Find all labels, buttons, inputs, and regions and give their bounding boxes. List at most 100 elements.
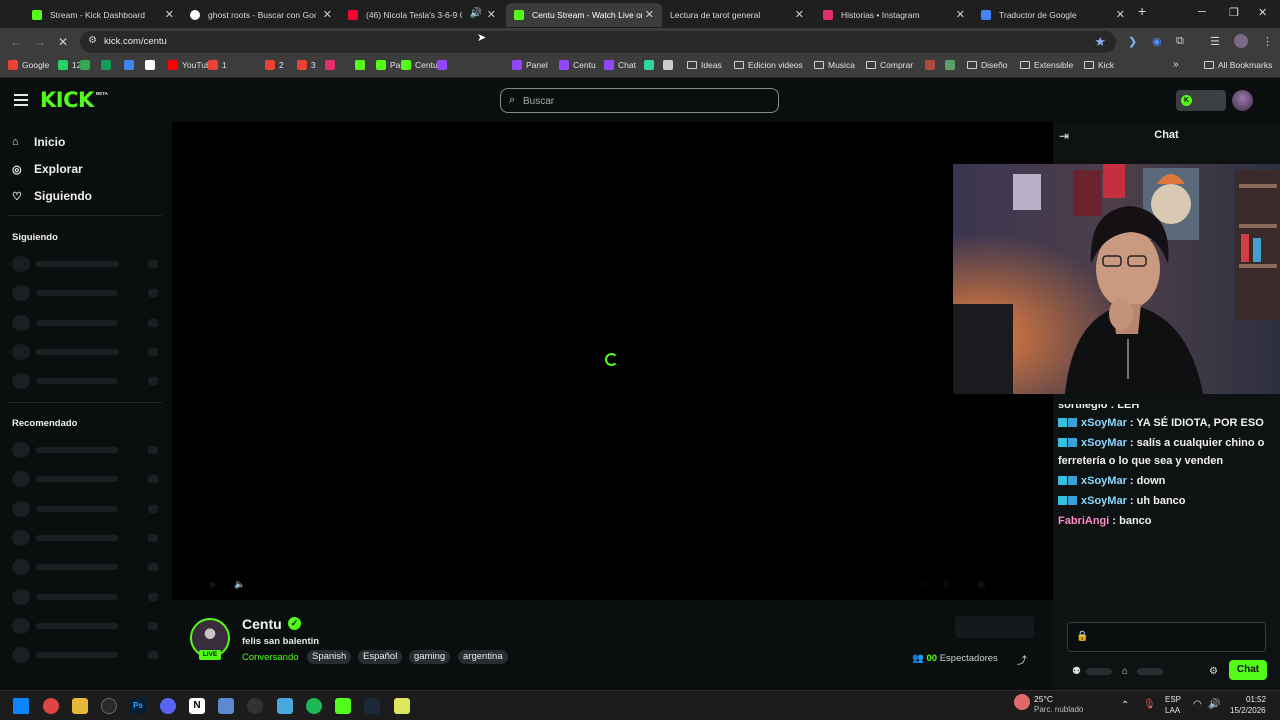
pip-icon[interactable]: ▣ <box>977 579 986 590</box>
bookmark-item[interactable]: Centu <box>401 60 438 70</box>
tag-gaming[interactable]: gaming <box>409 650 451 664</box>
notepad-icon[interactable] <box>394 698 410 714</box>
bookmark-item[interactable] <box>124 60 138 70</box>
tag-espanol[interactable]: Español <box>358 650 403 664</box>
chat-input[interactable]: 🔒 <box>1067 622 1266 652</box>
tab-google-translate[interactable]: Traductor de Google ✕ <box>973 3 1133 27</box>
bookmark-item[interactable]: 2 <box>265 60 284 70</box>
tab-centu-stream[interactable]: Centu Stream - Watch Live on K ✕ <box>506 3 662 27</box>
sidebar-item-home[interactable]: ⌂ Inicio <box>12 135 65 149</box>
bookmark-item[interactable] <box>80 60 94 70</box>
share-icon[interactable]: ⤴ <box>1017 652 1027 667</box>
chrome-icon[interactable] <box>43 698 59 714</box>
tag-spanish[interactable]: Spanish <box>307 650 352 664</box>
theater-mode-icon[interactable]: ▭ <box>917 579 926 590</box>
bookmark-item[interactable]: Google <box>8 60 49 70</box>
bookmark-item[interactable]: Centu <box>559 60 596 70</box>
close-tab-icon[interactable]: ✕ <box>956 8 965 21</box>
microphone-icon[interactable]: 🎙 <box>1143 699 1156 710</box>
stop-loading-icon[interactable]: ✕ <box>58 35 68 49</box>
notion-icon[interactable]: N <box>189 698 205 714</box>
kick-extension-toggle[interactable]: K <box>1176 90 1226 111</box>
tab-kick-dashboard[interactable]: Stream - Kick Dashboard ✕ <box>24 3 182 27</box>
extensions-puzzle-icon[interactable]: ⧉ <box>1176 35 1184 48</box>
calculator-icon[interactable] <box>218 698 234 714</box>
wifi-icon[interactable]: ◠ <box>1193 699 1202 710</box>
chat-username[interactable]: xSoyMar <box>1081 475 1127 487</box>
clock-date[interactable]: 15/2/2026 <box>1230 706 1266 715</box>
back-icon[interactable]: ← <box>10 35 22 49</box>
chat-username[interactable]: xSoyMar <box>1081 417 1127 429</box>
tab-youtube-tesla[interactable]: (46) Nicola Tesla's 3-6-9 Co 🔊 ✕ <box>340 3 504 27</box>
new-tab-button[interactable]: + <box>1138 3 1146 19</box>
steam-icon[interactable] <box>364 698 380 714</box>
weather-desc[interactable]: Parc. nublado <box>1034 705 1083 714</box>
hamburger-menu-icon[interactable] <box>14 94 28 106</box>
bookmark-item[interactable]: Edicion videos <box>734 60 803 70</box>
chat-settings-icon[interactable]: ⚙ <box>1209 666 1218 677</box>
tab-google-search[interactable]: ghost roots - Buscar con Google ✕ <box>182 3 340 27</box>
spotify-icon[interactable] <box>306 698 322 714</box>
url-text[interactable]: kick.com/centu <box>104 36 167 47</box>
close-window-icon[interactable]: ✕ <box>1258 6 1267 19</box>
all-bookmarks-button[interactable]: All Bookmarks <box>1204 60 1272 70</box>
bookmark-item[interactable]: Extensible <box>1020 60 1073 70</box>
volume-icon[interactable]: 🔈 <box>234 579 245 590</box>
bookmark-item[interactable]: 3 <box>297 60 316 70</box>
extension-icon[interactable]: ◉ <box>1152 35 1162 48</box>
bookmark-item[interactable]: Panel <box>512 60 548 70</box>
close-tab-icon[interactable]: ✕ <box>795 8 804 21</box>
close-tab-icon[interactable]: ✕ <box>1116 8 1125 21</box>
discord-icon[interactable] <box>160 698 176 714</box>
emote-icon[interactable]: ⚉ <box>1072 666 1081 677</box>
bookmark-item[interactable] <box>101 60 115 70</box>
app-icon[interactable] <box>277 698 293 714</box>
tab-search-icon[interactable]: ☰ <box>1210 35 1220 48</box>
restore-icon[interactable]: ❐ <box>1229 6 1239 19</box>
tab-instagram[interactable]: Historias • Instagram ✕ <box>815 3 973 27</box>
store-icon[interactable]: ⌂ <box>1122 666 1128 677</box>
bookmark-item[interactable] <box>925 60 939 70</box>
photoshop-icon[interactable]: Ps <box>130 698 146 714</box>
kick-app-icon[interactable] <box>335 698 351 714</box>
chat-username[interactable]: FabriAngi <box>1058 515 1109 527</box>
lang-top[interactable]: ESP <box>1165 695 1181 704</box>
lang-bottom[interactable]: LAA <box>1165 706 1180 715</box>
site-info-icon[interactable]: ⚙ <box>88 35 97 46</box>
app-icon[interactable] <box>247 698 263 714</box>
search-bar[interactable]: ⌕ <box>500 88 779 113</box>
bookmark-item[interactable] <box>945 60 959 70</box>
sidebar-item-following[interactable]: ♡ Siguiendo <box>12 189 92 203</box>
minimize-icon[interactable]: ─ <box>1198 6 1206 18</box>
kick-logo[interactable]: KICK <box>40 88 94 112</box>
tab-tarot[interactable]: Lectura de tarot general ✕ <box>662 3 812 27</box>
channel-name[interactable]: Centu <box>242 616 282 632</box>
bookmark-item[interactable] <box>663 60 677 70</box>
bookmark-item[interactable]: Comprar <box>866 60 913 70</box>
bookmark-item[interactable]: Musica <box>814 60 855 70</box>
fullscreen-icon[interactable]: ⛶ <box>1004 579 1010 590</box>
weather-temp[interactable]: 25°C <box>1034 694 1053 704</box>
play-icon[interactable]: ▶ <box>210 579 217 590</box>
chat-send-button[interactable]: Chat <box>1229 660 1267 680</box>
user-avatar[interactable] <box>1232 90 1253 111</box>
bookmark-item[interactable] <box>644 60 658 70</box>
video-player[interactable]: ▶ 🔈 ▭ ⚙ ▣ ⛶ <box>172 122 1053 600</box>
audio-playing-icon[interactable]: 🔊 <box>470 8 482 19</box>
address-bar[interactable]: ⚙ kick.com/centu ★ <box>80 31 1116 53</box>
close-tab-icon[interactable]: ✕ <box>165 8 174 21</box>
bookmark-item[interactable]: 1 <box>208 60 227 70</box>
extension-icon[interactable]: ❯ <box>1128 35 1137 48</box>
windows-start-icon[interactable] <box>13 698 29 714</box>
chat-username[interactable]: xSoyMar <box>1081 495 1127 507</box>
menu-dots-icon[interactable]: ⋮ <box>1262 35 1273 48</box>
chat-username[interactable]: xSoyMar <box>1081 437 1127 449</box>
clock-time[interactable]: 01:52 <box>1246 695 1266 704</box>
bookmark-item[interactable]: 12 <box>58 60 81 70</box>
forward-icon[interactable]: → <box>34 35 46 49</box>
settings-icon[interactable]: ⚙ <box>942 579 950 590</box>
bookmark-item[interactable]: Diseño <box>967 60 1007 70</box>
sidebar-item-explore[interactable]: ◎ Explorar <box>12 162 83 176</box>
category-link[interactable]: Conversando <box>242 652 299 663</box>
bookmark-item[interactable]: Chat <box>604 60 636 70</box>
